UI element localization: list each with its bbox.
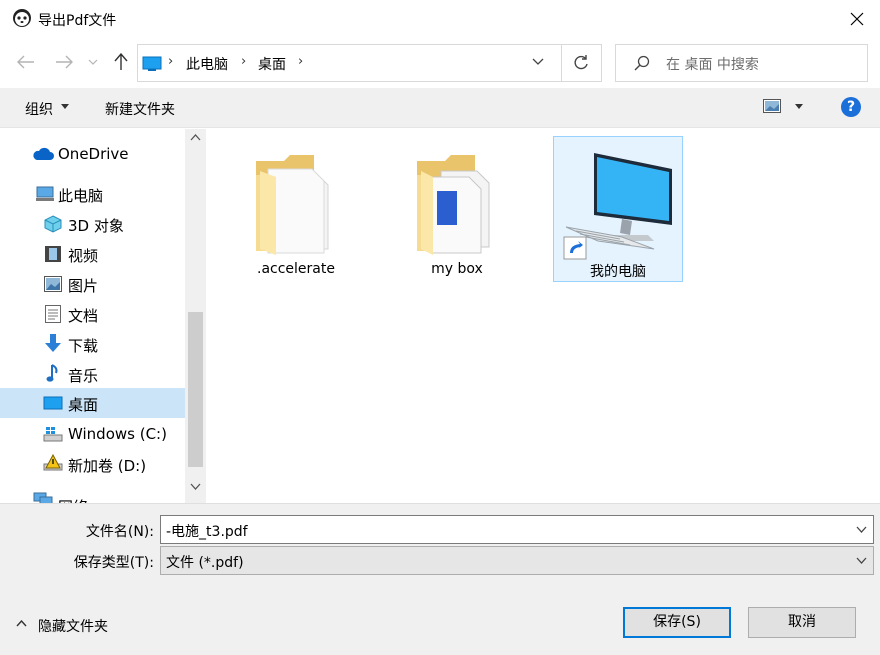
- sidebar-item-videos[interactable]: 视频: [0, 239, 185, 269]
- sidebar-item-windows-c[interactable]: Windows (C:): [0, 419, 185, 449]
- navigation-scrollbar[interactable]: [185, 129, 206, 503]
- file-name: .accelerate: [257, 261, 335, 277]
- scrollbar-thumb[interactable]: [188, 312, 203, 467]
- sidebar-item-label: 视频: [68, 247, 99, 265]
- panda-app-icon: [13, 9, 31, 27]
- sidebar-item-label: 网络: [58, 496, 88, 503]
- sidebar-item-drive-d[interactable]: 新加卷 (D:): [0, 449, 185, 479]
- recent-locations-button[interactable]: [86, 52, 100, 72]
- sidebar-item-music[interactable]: 音乐: [0, 359, 185, 389]
- sidebar-item-label: 此电脑: [58, 187, 104, 205]
- organize-button[interactable]: 组织: [25, 99, 53, 119]
- network-icon: [33, 492, 53, 503]
- filename-combobox[interactable]: -电施_t3.pdf: [160, 515, 874, 544]
- up-button[interactable]: [111, 52, 131, 72]
- refresh-icon[interactable]: [572, 54, 590, 72]
- sidebar-item-label: 音乐: [68, 367, 99, 385]
- drive-icon: [43, 454, 63, 471]
- hide-folders-label: 隐藏文件夹: [38, 619, 108, 635]
- arrow-up-icon: [114, 53, 128, 70]
- sidebar-item-label: Windows (C:): [68, 425, 167, 443]
- window-title: 导出Pdf文件: [38, 13, 117, 29]
- video-icon: [45, 246, 61, 262]
- scroll-down-icon[interactable]: [190, 483, 201, 490]
- sidebar-item-desktop[interactable]: 桌面: [0, 388, 185, 418]
- chevron-down-icon[interactable]: [856, 526, 867, 533]
- folder-icon: [417, 155, 490, 255]
- sidebar-item-label: 3D 对象: [68, 217, 124, 235]
- sidebar-item-label: 图片: [68, 277, 99, 295]
- document-icon: [45, 305, 61, 323]
- chevron-down-icon[interactable]: [856, 557, 867, 564]
- command-bar: 组织 新建文件夹 ?: [0, 88, 880, 128]
- filetype-select[interactable]: 文件 (*.pdf): [160, 546, 874, 575]
- sidebar-item-label: 新加卷 (D:): [68, 457, 147, 475]
- music-icon: [46, 364, 58, 382]
- divider: [561, 45, 562, 81]
- filename-input[interactable]: -电施_t3.pdf: [166, 521, 248, 541]
- drive-icon: [43, 427, 63, 442]
- search-icon: [634, 55, 650, 71]
- address-bar[interactable]: › 此电脑 › 桌面 ›: [137, 44, 602, 82]
- breadcrumb-desktop[interactable]: 桌面: [258, 54, 286, 74]
- file-list: .accelerate my box 我的电脑: [207, 129, 880, 503]
- scroll-up-icon[interactable]: [190, 134, 201, 141]
- help-button[interactable]: ?: [841, 97, 861, 117]
- file-name: my box: [431, 261, 483, 277]
- computer-icon: [36, 186, 54, 201]
- chevron-down-icon[interactable]: [532, 58, 544, 66]
- search-box[interactable]: 在 桌面 中搜索: [615, 44, 868, 82]
- picture-icon: [44, 276, 62, 292]
- breadcrumb-separator-icon: ›: [298, 54, 304, 69]
- sidebar-item-label: 桌面: [68, 396, 99, 414]
- filetype-value: 文件 (*.pdf): [166, 555, 244, 571]
- save-button[interactable]: 保存(S): [623, 607, 731, 638]
- close-icon: [850, 12, 864, 26]
- folder-icon: [256, 155, 329, 255]
- filetype-label: 保存类型(T):: [73, 555, 154, 571]
- sidebar-item-pictures[interactable]: 图片: [0, 269, 185, 299]
- sidebar-item-label: 下载: [68, 337, 99, 355]
- sidebar-item-this-pc[interactable]: 此电脑: [0, 179, 185, 209]
- chevron-down-icon: [88, 59, 98, 65]
- sidebar-item-documents[interactable]: 文档: [0, 299, 185, 329]
- arrow-right-icon: [56, 55, 73, 69]
- back-button[interactable]: [16, 52, 36, 72]
- sidebar-item-3d-objects[interactable]: 3D 对象: [0, 209, 185, 239]
- file-name: 我的电脑: [590, 264, 646, 280]
- close-button[interactable]: [834, 0, 880, 38]
- file-item-my-box[interactable]: my box: [392, 137, 522, 283]
- new-folder-button[interactable]: 新建文件夹: [105, 99, 175, 119]
- chevron-up-icon: [16, 620, 27, 627]
- sidebar-item-network[interactable]: 网络: [0, 490, 185, 503]
- desktop-icon: [142, 56, 162, 71]
- computer-shortcut-icon: [563, 153, 672, 260]
- title-bar: 导出Pdf文件: [0, 0, 880, 38]
- desktop-icon: [43, 396, 63, 410]
- sidebar-item-onedrive[interactable]: OneDrive: [0, 139, 185, 169]
- navigation-pane: OneDrive 此电脑 3D 对象 视频 图片 文档 下载 音乐 桌面 Win…: [0, 129, 206, 503]
- caret-down-icon: [61, 104, 69, 109]
- sidebar-item-label: 文档: [68, 307, 99, 325]
- filename-label: 文件名(N):: [85, 524, 154, 540]
- download-icon: [45, 334, 61, 352]
- view-options-icon[interactable]: [763, 99, 781, 113]
- caret-down-icon[interactable]: [795, 104, 803, 109]
- breadcrumb-this-pc[interactable]: 此电脑: [186, 54, 228, 74]
- cancel-button[interactable]: 取消: [748, 607, 856, 638]
- breadcrumb-separator-icon: ›: [168, 54, 174, 69]
- cube-icon: [44, 215, 62, 233]
- file-item-my-computer[interactable]: 我的电脑: [553, 136, 683, 282]
- save-form: 文件名(N): -电施_t3.pdf 保存类型(T): 文件 (*.pdf) 隐…: [0, 503, 880, 655]
- arrow-left-icon: [17, 55, 34, 69]
- search-placeholder: 在 桌面 中搜索: [666, 57, 759, 73]
- file-item-accelerate[interactable]: .accelerate: [231, 137, 361, 283]
- sidebar-item-downloads[interactable]: 下载: [0, 329, 185, 359]
- forward-button[interactable]: [54, 52, 74, 72]
- navigation-row: › 此电脑 › 桌面 › 在 桌面 中搜索: [0, 38, 880, 88]
- breadcrumb-separator-icon: ›: [241, 54, 247, 69]
- sidebar-item-label: OneDrive: [58, 145, 129, 163]
- cloud-icon: [33, 147, 54, 160]
